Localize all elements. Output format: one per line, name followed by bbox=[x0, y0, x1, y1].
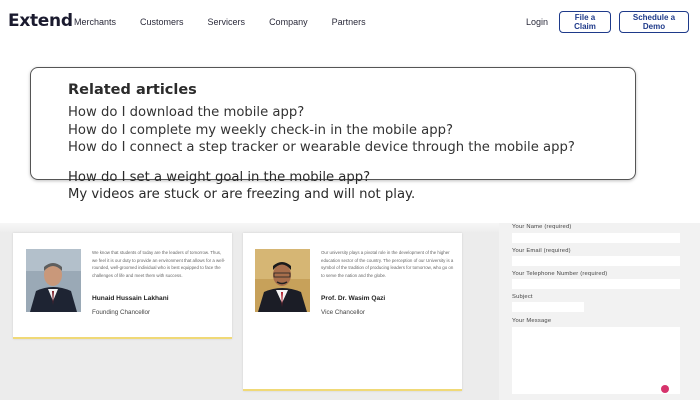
message-label: Your Message bbox=[512, 318, 552, 324]
nav-company[interactable]: Company bbox=[269, 17, 308, 27]
article-link[interactable]: How do I download the mobile app? bbox=[68, 105, 304, 120]
nav-partners[interactable]: Partners bbox=[332, 17, 366, 27]
article-link[interactable]: How do I complete my weekly check-in in … bbox=[68, 123, 453, 138]
related-articles-title: Related articles bbox=[68, 82, 197, 98]
login-link[interactable]: Login bbox=[526, 17, 548, 27]
phone-field[interactable] bbox=[512, 279, 680, 289]
schedule-demo-button[interactable]: Schedule a Demo bbox=[619, 11, 689, 33]
leader-name: Prof. Dr. Wasim Qazi bbox=[321, 295, 386, 302]
subject-label: Subject bbox=[512, 294, 533, 300]
chat-widget-icon[interactable] bbox=[661, 385, 669, 393]
nav-customers[interactable]: Customers bbox=[140, 17, 184, 27]
nav-servicers[interactable]: Servicers bbox=[208, 17, 246, 27]
article-link[interactable]: My videos are stuck or are freezing and … bbox=[68, 187, 415, 202]
phone-label: Your Telephone Number (required) bbox=[512, 271, 608, 277]
article-link[interactable]: How do I set a weight goal in the mobile… bbox=[68, 170, 370, 185]
email-label: Your Email (required) bbox=[512, 248, 571, 254]
email-field[interactable] bbox=[512, 256, 680, 266]
nav-merchants[interactable]: Merchants bbox=[74, 17, 116, 27]
subject-field[interactable] bbox=[512, 302, 584, 312]
site-header: Extend Merchants Customers Servicers Com… bbox=[0, 0, 700, 48]
leader-quote: We know that students of today are the l… bbox=[92, 250, 226, 278]
leader-quote: Our university plays a pivotal role in t… bbox=[321, 250, 454, 278]
main-nav: Merchants Customers Servicers Company Pa… bbox=[74, 17, 390, 27]
name-field[interactable] bbox=[512, 233, 680, 243]
portrait-photo bbox=[255, 249, 310, 312]
leader-title: Founding Chancellor bbox=[92, 309, 151, 316]
file-claim-button[interactable]: File a Claim bbox=[559, 11, 611, 33]
message-field[interactable] bbox=[512, 327, 680, 394]
extend-logo[interactable]: Extend bbox=[8, 11, 73, 31]
leader-title: Vice Chancellor bbox=[321, 309, 365, 316]
portrait-photo bbox=[26, 249, 81, 312]
name-label: Your Name (required) bbox=[512, 224, 572, 230]
leader-name: Hunaid Hussain Lakhani bbox=[92, 295, 169, 302]
article-link[interactable]: How do I connect a step tracker or weara… bbox=[68, 141, 608, 154]
